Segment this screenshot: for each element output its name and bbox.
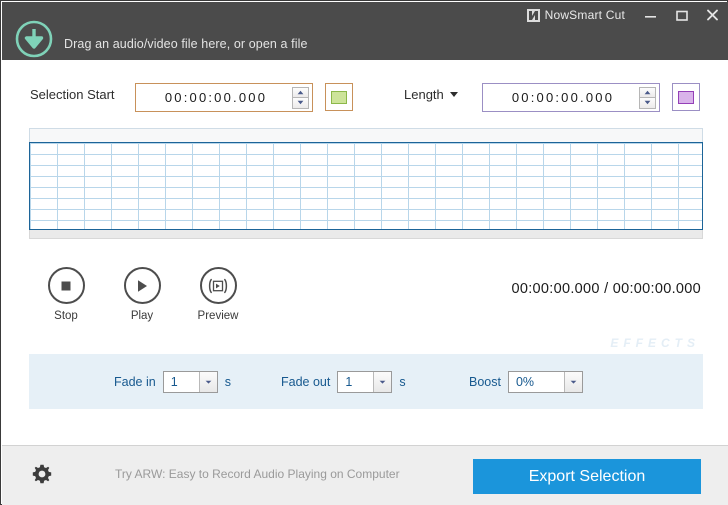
spinner-down-icon[interactable] [639,98,656,109]
selection-row: Selection Start 00:00:00.000 [2,77,728,119]
selection-start-spinner[interactable] [292,87,309,109]
window-buttons [635,2,728,28]
length-label: Length [404,87,444,102]
chevron-down-icon[interactable] [373,372,391,392]
length-color-button[interactable] [672,83,700,111]
fade-out-unit: s [399,375,405,389]
effects-panel: Fade in 1 s Fade out 1 [29,354,703,409]
fade-in-select[interactable]: 1 [163,371,218,393]
selection-start-label: Selection Start [30,87,115,102]
play-icon [124,267,161,304]
close-button[interactable] [697,2,728,28]
fade-out-value: 1 [338,372,373,392]
chevron-down-icon [450,92,458,97]
boost-value: 0% [509,372,564,392]
nowsmart-logo-icon [527,9,540,22]
minimize-button[interactable] [635,2,666,28]
length-spinner[interactable] [639,87,656,109]
stop-button[interactable]: Stop [42,267,90,322]
length-input[interactable]: 00:00:00.000 [482,83,660,112]
title-bar: NowSmart Cut [2,2,728,28]
spinner-up-icon[interactable] [639,87,656,98]
length-color-swatch [678,91,694,104]
download-arrow-icon [14,19,54,59]
play-label: Play [131,310,153,322]
export-selection-button[interactable]: Export Selection [473,459,701,494]
fade-out-control: Fade out 1 s [281,371,406,393]
waveform-scrollbar[interactable] [29,230,703,239]
chevron-down-icon[interactable] [564,372,582,392]
play-button[interactable]: Play [118,267,166,322]
window-frame: NowSmart Cut [0,0,728,505]
drop-zone-text: Drag an audio/video file here, or open a… [64,37,308,51]
chevron-down-icon[interactable] [199,372,217,392]
spinner-up-icon[interactable] [292,87,309,98]
waveform-area[interactable] [29,128,703,239]
length-value: 00:00:00.000 [483,84,639,111]
promo-text[interactable]: Try ARW: Easy to Record Audio Playing on… [115,467,400,481]
selection-start-color-button[interactable] [325,83,353,111]
preview-label: Preview [198,310,239,322]
boost-control: Boost 0% [469,371,583,393]
waveform-grid[interactable] [29,142,703,230]
title-group: NowSmart Cut [527,8,625,22]
transport-controls: Stop Play [42,267,242,322]
app-window: NowSmart Cut [0,0,728,505]
fade-out-label: Fade out [281,375,330,389]
window-title: NowSmart Cut [545,8,625,22]
time-display: 00:00:00.000 / 00:00:00.000 [511,281,701,297]
fade-in-control: Fade in 1 s [114,371,231,393]
preview-icon [200,267,237,304]
stop-icon [48,267,85,304]
selection-start-input[interactable]: 00:00:00.000 [135,83,313,112]
boost-label: Boost [469,375,501,389]
selection-start-color-swatch [331,91,347,104]
fade-in-value: 1 [164,372,199,392]
fade-in-unit: s [225,375,231,389]
waveform-ruler[interactable] [29,128,703,142]
length-dropdown[interactable]: Length [404,87,458,102]
selection-start-value: 00:00:00.000 [136,84,292,111]
gear-icon[interactable] [32,464,52,484]
stop-label: Stop [54,310,78,322]
file-drop-zone[interactable]: Drag an audio/video file here, or open a… [2,28,728,60]
maximize-button[interactable] [666,2,697,28]
effects-watermark: EFFECTS [610,336,700,350]
main-body: Selection Start 00:00:00.000 [2,60,728,445]
boost-select[interactable]: 0% [508,371,583,393]
spinner-down-icon[interactable] [292,98,309,109]
fade-out-select[interactable]: 1 [337,371,392,393]
export-selection-label: Export Selection [529,468,646,486]
bottom-bar: Try ARW: Easy to Record Audio Playing on… [2,445,728,505]
fade-in-label: Fade in [114,375,156,389]
preview-button[interactable]: Preview [194,267,242,322]
